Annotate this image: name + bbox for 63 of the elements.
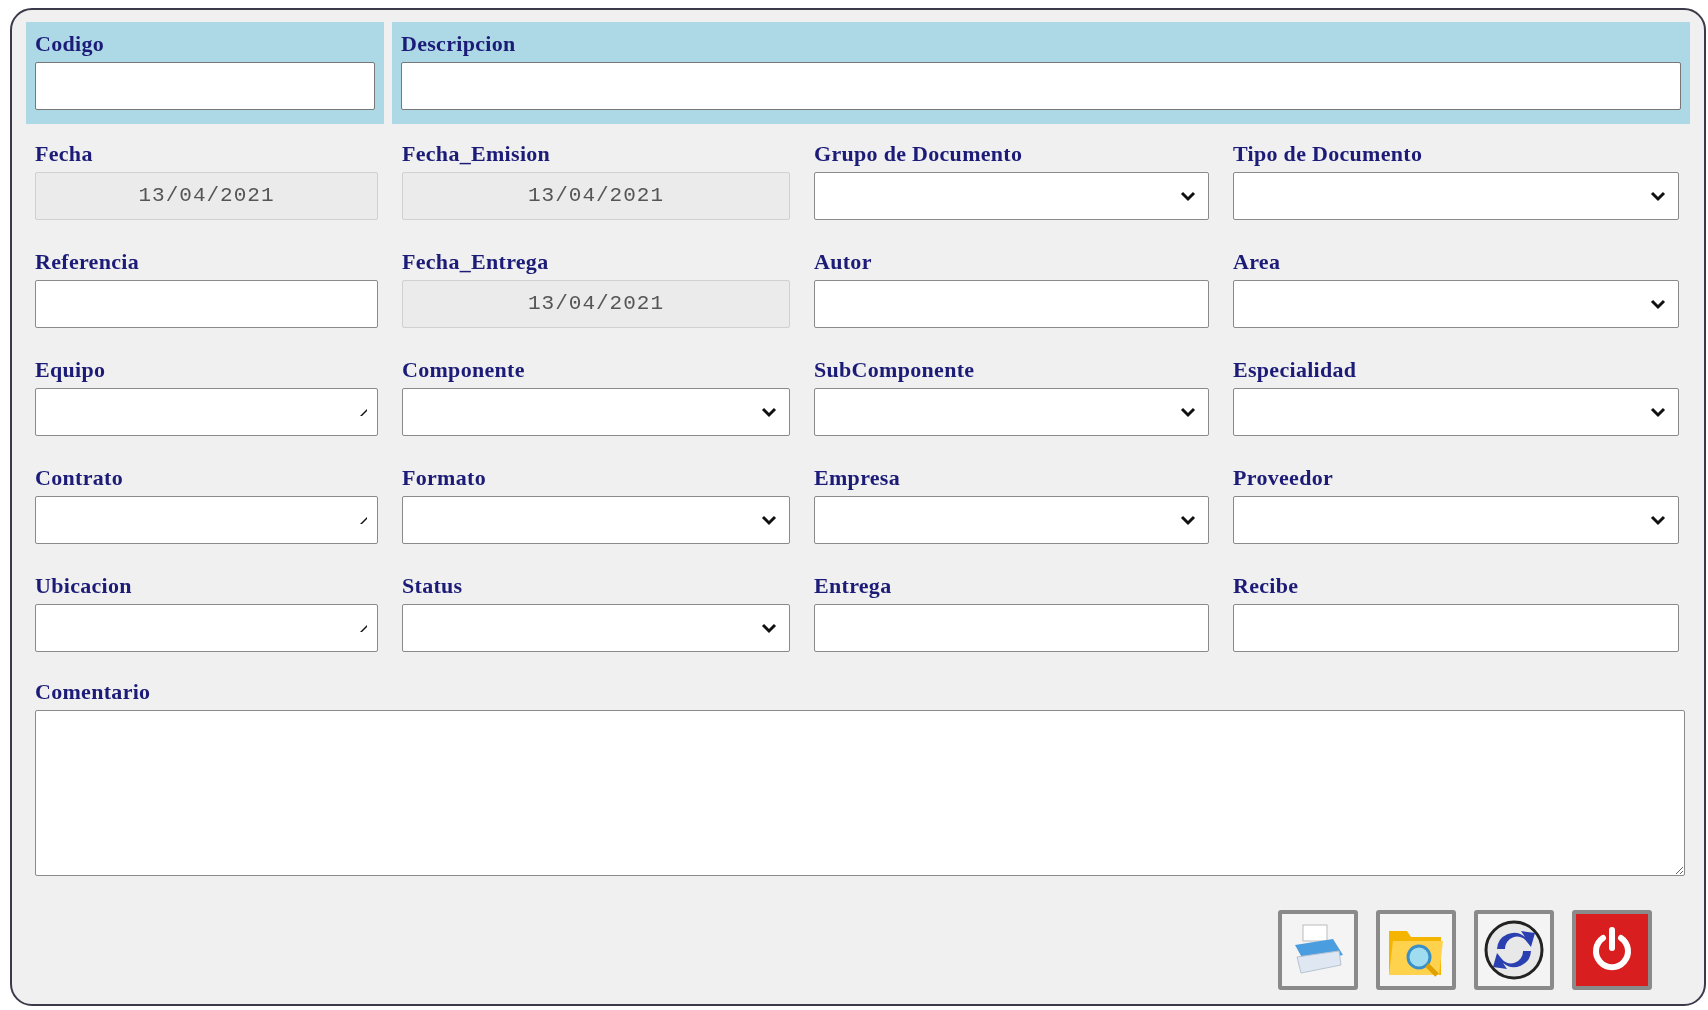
chevron-down-icon (761, 514, 777, 526)
refresh-button[interactable] (1474, 910, 1554, 990)
field-label: Formato (402, 464, 487, 492)
field-label: SubComponente (814, 356, 976, 384)
input-field[interactable] (1233, 604, 1679, 652)
chevron-down-icon (761, 622, 777, 634)
field-label: Status (402, 572, 464, 600)
input-field[interactable] (814, 280, 1209, 328)
date-value: 13/04/2021 (528, 291, 664, 318)
print-button[interactable] (1278, 910, 1358, 990)
field-label: Codigo (35, 30, 106, 58)
dropdown-field[interactable] (1233, 496, 1679, 544)
power-button[interactable] (1572, 910, 1652, 990)
combo-field[interactable] (35, 604, 378, 652)
chevron-down-icon (1650, 190, 1666, 202)
field-label: Fecha_Entrega (402, 248, 550, 276)
field-label: Equipo (35, 356, 107, 384)
field-label: Entrega (814, 572, 893, 600)
combo-field[interactable] (35, 388, 378, 436)
field-label: Tipo de Documento (1233, 140, 1424, 168)
field-label: Descripcion (401, 30, 517, 58)
field-label: Comentario (35, 678, 152, 706)
field-label: Empresa (814, 464, 902, 492)
triangle-icon (360, 408, 367, 416)
dropdown-field[interactable] (814, 496, 1209, 544)
chevron-down-icon (1650, 298, 1666, 310)
dropdown-field[interactable] (814, 388, 1209, 436)
field-label: Fecha (35, 140, 94, 168)
input-field[interactable] (401, 62, 1681, 110)
field-label: Proveedor (1233, 464, 1335, 492)
chevron-down-icon (1650, 514, 1666, 526)
dropdown-field[interactable] (1233, 280, 1679, 328)
field-label: Especialidad (1233, 356, 1358, 384)
dropdown-field[interactable] (814, 172, 1209, 220)
field-label: Componente (402, 356, 526, 384)
date-value: 13/04/2021 (138, 183, 275, 210)
date-value: 13/04/2021 (528, 183, 664, 210)
field-label: Ubicacion (35, 572, 133, 600)
field-label: Area (1233, 248, 1282, 276)
search-folder-button[interactable] (1376, 910, 1456, 990)
dropdown-field[interactable] (1233, 172, 1679, 220)
input-field[interactable] (35, 280, 378, 328)
triangle-icon (360, 516, 367, 524)
field-label: Autor (814, 248, 873, 276)
chevron-down-icon (1180, 514, 1196, 526)
field-label: Fecha_Emision (402, 140, 552, 168)
field-label: Recibe (1233, 572, 1300, 600)
chevron-down-icon (1650, 406, 1666, 418)
combo-field[interactable] (35, 496, 378, 544)
refresh-icon (1483, 919, 1545, 981)
input-field[interactable] (35, 62, 375, 110)
chevron-down-icon (1180, 190, 1196, 202)
field-label: Contrato (35, 464, 124, 492)
field-label: Grupo de Documento (814, 140, 1024, 168)
dropdown-field[interactable] (402, 496, 790, 544)
dropdown-field[interactable] (1233, 388, 1679, 436)
chevron-down-icon (1180, 406, 1196, 418)
dropdown-field[interactable] (402, 604, 790, 652)
dropdown-field[interactable] (402, 388, 790, 436)
triangle-icon (360, 624, 367, 632)
field-label: Referencia (35, 248, 140, 276)
input-field[interactable] (814, 604, 1209, 652)
chevron-down-icon (761, 406, 777, 418)
